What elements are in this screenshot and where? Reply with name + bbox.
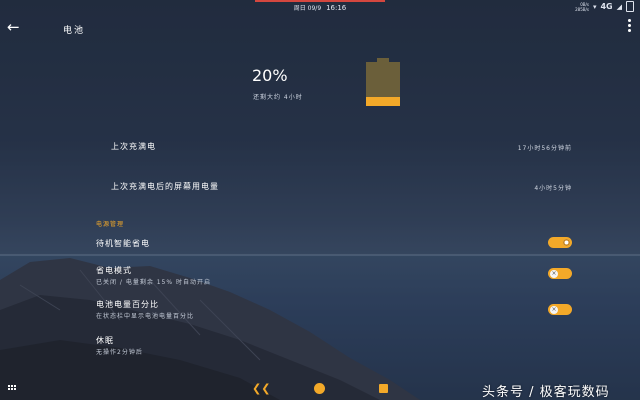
network-type-label: 4G [600,2,613,11]
setting-label: 待机智能省电 [96,239,150,248]
battery-remaining-time: 还剩大约 4小时 [253,94,303,101]
power-saving-mode-toggle[interactable]: × [548,268,572,279]
nav-back-icon[interactable]: ❮❮ [252,382,270,396]
row-value: 17小时56分钟前 [517,145,572,152]
navigation-bar: ❮❮ 头条号 / 极客玩数码 [0,378,640,400]
row-screen-usage[interactable]: 上次充满电后的屏幕用电量 4小时5分钟 [0,180,640,194]
row-label: 上次充满电后的屏幕用电量 [111,182,219,191]
nav-recents-icon[interactable] [379,384,388,393]
battery-percentage-toggle[interactable]: × [548,304,572,315]
setting-description: 在状态栏中显示电池电量百分比 [96,313,195,320]
setting-sleep[interactable]: 休眠 无操作2分钟后 [0,334,640,358]
battery-status-icon [626,1,634,12]
network-speed-down: 285B/s [575,6,589,12]
standby-smart-save-toggle[interactable] [548,237,572,248]
status-date: 周日 09/9 [293,5,322,12]
page-title: 电池 [63,26,86,36]
section-header-power-management: 电源管理 [96,221,125,228]
setting-label: 电池电量百分比 [96,300,159,309]
row-last-full-charge[interactable]: 上次充满电 17小时56分钟前 [0,140,640,154]
status-indicators: 0B/s 285B/s ▾ 4G ◢ [575,1,634,12]
toggle-knob-x-icon: × [550,269,558,278]
overflow-menu-icon[interactable] [628,19,632,32]
signal-icon: ◢ [616,2,622,11]
setting-power-saving-mode[interactable]: 省电模式 已关闭 / 电量剩余 15% 时自动开启 × [0,264,640,288]
status-accent-line [255,0,385,2]
status-time: 16:16 [326,4,347,12]
nav-home-icon[interactable] [314,383,325,394]
setting-battery-percentage[interactable]: 电池电量百分比 在状态栏中显示电池电量百分比 × [0,298,640,322]
row-label: 上次充满电 [111,142,156,151]
app-drawer-icon[interactable] [8,385,16,390]
watermark-text: 头条号 / 极客玩数码 [482,385,610,400]
toggle-knob [563,239,570,246]
wifi-icon: ▾ [592,2,597,11]
row-value: 4小时5分钟 [534,185,572,192]
back-arrow-icon[interactable]: ← [7,19,20,35]
setting-label: 休眠 [96,336,114,345]
app-bar: ← 电池 [0,14,640,42]
network-speed: 0B/s 285B/s [575,2,589,12]
toggle-knob-x-icon: × [550,305,558,314]
status-datetime: 周日 09/9 16:16 [0,3,640,12]
setting-description: 无操作2分钟后 [96,349,143,356]
battery-percent: 20% [252,66,288,85]
battery-level-icon [366,58,400,106]
setting-label: 省电模式 [96,266,132,275]
setting-description: 已关闭 / 电量剩余 15% 时自动开启 [96,279,211,286]
status-bar: 周日 09/9 16:16 0B/s 285B/s ▾ 4G ◢ [0,0,640,14]
battery-level-fill [366,97,400,106]
setting-standby-smart-save[interactable]: 待机智能省电 [0,236,640,252]
